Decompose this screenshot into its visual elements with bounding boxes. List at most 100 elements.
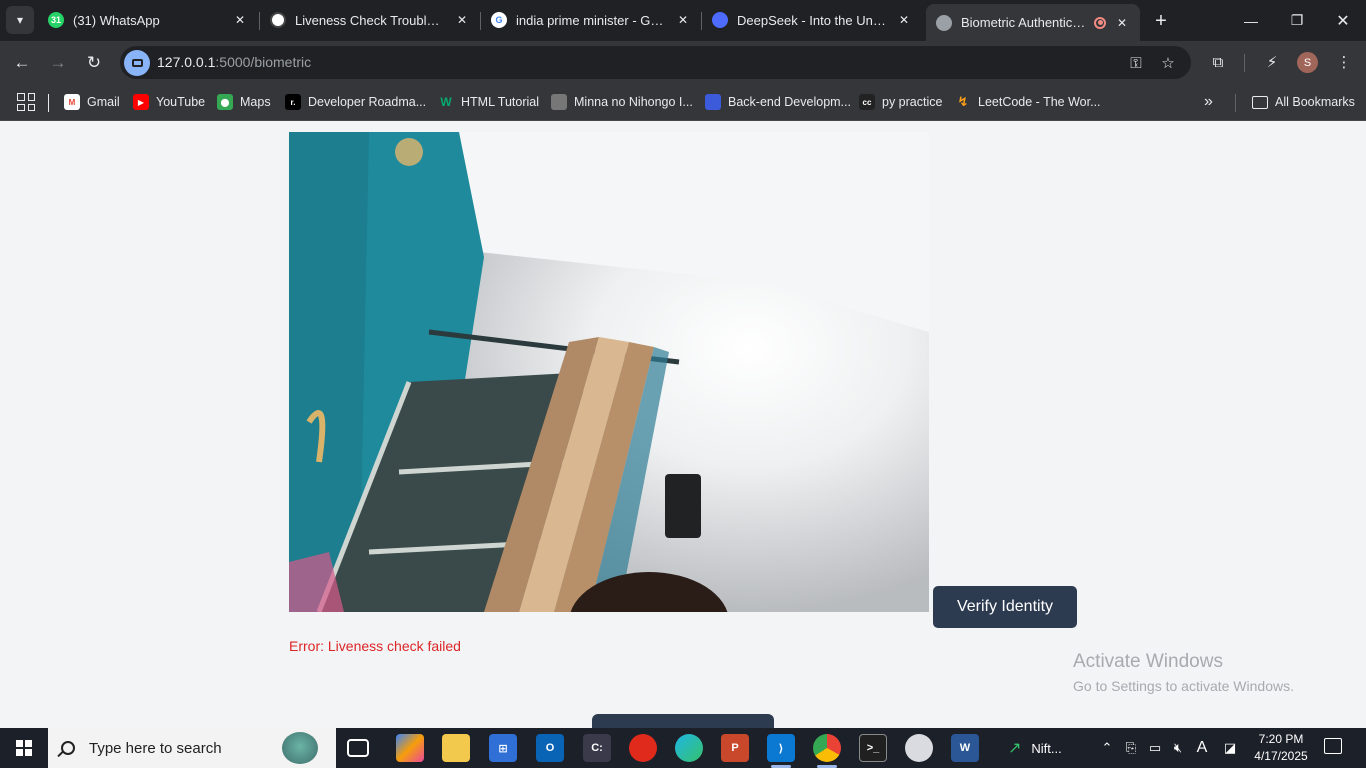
address-bar[interactable]: 127.0.0.1:5000/biometric ⚿ ☆	[120, 46, 1191, 79]
profile-avatar[interactable]: S	[1297, 52, 1318, 73]
microsoft-store-icon[interactable]: ⊞	[489, 734, 517, 762]
notifications-icon[interactable]	[1324, 738, 1342, 754]
password-key-icon[interactable]: ⚿	[1126, 53, 1146, 73]
tab-deepseek[interactable]: DeepSeek - Into the Unknow ✕	[702, 4, 922, 36]
edge-icon[interactable]	[675, 734, 703, 762]
powerpoint-icon[interactable]: P	[721, 734, 749, 762]
bookmark-html-tutorial[interactable]: W HTML Tutorial	[438, 92, 539, 112]
activate-windows-watermark: Activate Windows Go to Settings to activ…	[1073, 651, 1294, 694]
task-view-icon[interactable]	[347, 739, 369, 757]
tab-liveness[interactable]: Liveness Check Troubleshoot ✕	[260, 4, 480, 36]
stock-chart-icon: ↗	[1008, 740, 1022, 757]
performance-icon[interactable]: ⚡	[1261, 51, 1283, 73]
close-window-button[interactable]: ✕	[1320, 0, 1366, 41]
word-icon[interactable]: W	[951, 734, 979, 762]
watermark-subtitle: Go to Settings to activate Windows.	[1073, 678, 1294, 694]
url-path: :5000/biometric	[215, 54, 312, 70]
bookmark-label: py practice	[882, 95, 943, 109]
file-explorer-icon[interactable]	[442, 734, 470, 762]
close-icon[interactable]: ✕	[454, 12, 470, 28]
taskbar-search-box[interactable]: Type here to search	[48, 728, 336, 768]
new-tab-button[interactable]: +	[1148, 8, 1174, 34]
verify-identity-button[interactable]: Verify Identity	[933, 586, 1077, 628]
bookmark-star-icon[interactable]: ☆	[1158, 53, 1178, 73]
copilot-icon[interactable]	[396, 734, 424, 762]
bookmark-label: Back-end Developm...	[728, 95, 851, 109]
outlook-icon[interactable]: O	[536, 734, 564, 762]
chrome-icon[interactable]	[813, 734, 841, 768]
camera-in-use-icon[interactable]	[124, 50, 150, 76]
close-icon[interactable]: ✕	[896, 12, 912, 28]
chatgpt-icon	[270, 12, 286, 28]
language-icon[interactable]: ◪	[1220, 728, 1240, 768]
url-text[interactable]: 127.0.0.1:5000/biometric	[157, 54, 311, 70]
tab-google[interactable]: G india prime minister - Googl ✕	[481, 4, 701, 36]
terminal-app-icon[interactable]: C:	[583, 734, 611, 762]
bookmarks-separator	[1235, 94, 1236, 112]
search-icon	[61, 741, 75, 755]
tab-title: (31) WhatsApp	[73, 12, 160, 28]
tab-title: Biometric Authenticatio	[961, 15, 1088, 30]
battery-icon[interactable]: ▭	[1145, 728, 1165, 768]
nifty-label: Nift...	[1031, 740, 1062, 756]
tab-search-button[interactable]: ▾	[6, 6, 34, 34]
course-icon	[705, 94, 721, 110]
bookmark-py-practice[interactable]: cc py practice	[859, 92, 942, 112]
tab-title: Liveness Check Troubleshoot	[295, 12, 446, 28]
webcam-video-feed	[289, 132, 929, 612]
restore-icon: ❐	[1290, 12, 1304, 28]
bookmark-label: Minna no Nihongo I...	[574, 95, 693, 109]
back-button[interactable]: ←	[8, 49, 36, 77]
w3schools-icon: W	[440, 95, 452, 109]
vscode-icon[interactable]: ⟩	[767, 734, 795, 768]
bookmark-leetcode[interactable]: ↯ LeetCode - The Wor...	[955, 92, 1101, 112]
system-clock[interactable]: 7:20 PM 4/17/2025	[1245, 731, 1317, 765]
start-button[interactable]	[0, 728, 48, 768]
paint-icon[interactable]	[905, 734, 933, 762]
page-content: Verify Identity Error: Liveness check fa…	[0, 121, 1366, 728]
minimize-button[interactable]: —	[1228, 0, 1274, 41]
close-icon[interactable]: ✕	[675, 12, 691, 28]
bookmark-maps[interactable]: ⬤ Maps	[217, 92, 271, 112]
bookmarks-bar: M Gmail ▶ YouTube ⬤ Maps r. Developer Ro…	[0, 84, 1366, 121]
clock-date: 4/17/2025	[1254, 749, 1308, 763]
tab-biometric[interactable]: Biometric Authenticatio ✕	[926, 4, 1140, 41]
apps-grid-icon[interactable]	[17, 93, 35, 111]
media-app-icon[interactable]	[629, 734, 657, 762]
chevron-down-icon: ▾	[16, 13, 24, 27]
extensions-icon[interactable]: ⧉	[1207, 51, 1229, 73]
arrow-left-icon: ←	[13, 53, 31, 72]
device-icon[interactable]: ⎘	[1121, 728, 1141, 768]
bookmark-minna[interactable]: Minna no Nihongo I...	[551, 92, 693, 112]
all-bookmarks-button[interactable]: All Bookmarks	[1252, 92, 1355, 112]
speaker-muted-icon[interactable]: 🔇︎	[1168, 728, 1188, 768]
restore-button[interactable]: ❐	[1274, 0, 1320, 41]
command-prompt-icon[interactable]: >_	[859, 734, 887, 762]
tab-strip: ▾ 31 (31) WhatsApp ✕ Liveness Check Trou…	[0, 0, 1366, 41]
bookmarks-overflow-button[interactable]: »	[1204, 92, 1213, 112]
nifty-widget[interactable]: ↗ Nift...	[1008, 728, 1080, 768]
bookmark-backend[interactable]: Back-end Developm...	[705, 92, 851, 112]
search-highlight-icon	[282, 732, 318, 764]
bookmark-label: LeetCode - The Wor...	[978, 95, 1101, 109]
all-bookmarks-label: All Bookmarks	[1275, 95, 1355, 109]
close-icon[interactable]: ✕	[232, 12, 248, 28]
close-icon[interactable]: ✕	[1114, 15, 1130, 31]
chevron-up-icon[interactable]: ⌃	[1097, 728, 1117, 768]
menu-kebab-icon[interactable]: ⋮	[1333, 51, 1355, 73]
tab-whatsapp[interactable]: 31 (31) WhatsApp ✕	[38, 4, 258, 36]
bookmark-gmail[interactable]: M Gmail	[64, 92, 120, 112]
forward-button[interactable]: →	[44, 49, 72, 77]
minimize-icon: —	[1244, 12, 1258, 29]
webcam-frame	[289, 132, 929, 612]
whatsapp-icon: 31	[48, 12, 64, 28]
image-icon	[551, 94, 567, 110]
bookmark-roadmap[interactable]: r. Developer Roadma...	[285, 92, 426, 112]
recording-icon	[1094, 16, 1106, 29]
windows-logo-icon	[16, 740, 32, 756]
bookmark-youtube[interactable]: ▶ YouTube	[133, 92, 205, 112]
maps-icon: ⬤	[217, 94, 233, 110]
reload-button[interactable]: ↻	[80, 49, 108, 77]
input-method-indicator[interactable]: A	[1192, 728, 1212, 768]
partially-visible-button[interactable]	[592, 714, 774, 728]
